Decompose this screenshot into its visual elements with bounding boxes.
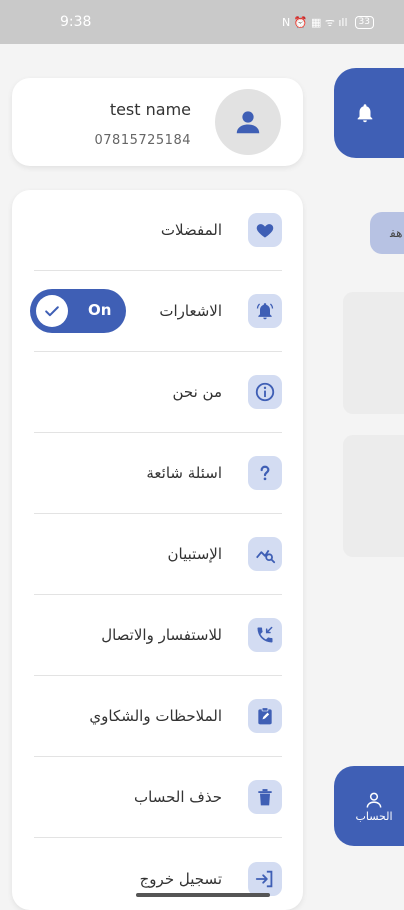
toggle-label: On [88, 301, 112, 319]
menu-item-label: الملاحظات والشكاوي [89, 707, 222, 725]
home-indicator[interactable] [136, 893, 270, 897]
side-drawer: test name 07815725184 المفضلات On الاشعا… [0, 44, 330, 910]
menu-card: المفضلات On الاشعارات من نحن اسئلة شائعة… [12, 190, 303, 910]
menu-item-survey[interactable]: الإستبيان [34, 514, 282, 595]
bell-icon [357, 104, 373, 123]
menu-item-feedback[interactable]: الملاحظات والشكاوي [34, 676, 282, 757]
trash-icon [248, 780, 282, 814]
avatar[interactable] [215, 89, 281, 155]
person-icon [236, 111, 260, 134]
menu-item-label: الإستبيان [167, 545, 222, 563]
logout-icon [248, 861, 282, 896]
background-chip-label: ﻫﻔ [390, 226, 403, 240]
phone-icon [248, 618, 282, 652]
person-icon [366, 792, 382, 808]
menu-item-delete-account[interactable]: حذف الحساب [34, 757, 282, 838]
menu-item-logout[interactable]: تسجيل خروج [34, 838, 282, 910]
status-time: 9:38 [60, 14, 92, 30]
menu-item-faq[interactable]: اسئلة شائعة [34, 433, 282, 514]
menu-item-contact[interactable]: للاستفسار والاتصال [34, 595, 282, 676]
check-icon [36, 295, 68, 327]
heart-icon [248, 213, 282, 247]
status-icons: N ⏰ ▦ ᯤ ıll 33 [282, 15, 374, 30]
menu-item-label: تسجيل خروج [139, 869, 222, 888]
profile-phone: 07815725184 [94, 133, 191, 148]
menu-item-label: اسئلة شائعة [146, 464, 222, 482]
menu-item-favorites[interactable]: المفضلات [34, 190, 282, 271]
survey-icon [248, 537, 282, 571]
nav-tab-label: الحساب [355, 809, 393, 823]
menu-item-label: للاستفسار والاتصال [101, 626, 222, 644]
background-card [343, 292, 404, 414]
clipboard-icon [248, 699, 282, 733]
menu-item-label: الاشعارات [159, 302, 222, 320]
background-card [343, 435, 404, 557]
background-chip[interactable]: ﻫﻔ [370, 212, 404, 254]
menu-item-about[interactable]: من نحن [34, 352, 282, 433]
nav-tab-account[interactable]: الحساب [334, 766, 404, 846]
menu-item-label: المفضلات [160, 221, 222, 239]
notifications-toggle[interactable]: On [30, 289, 126, 333]
battery-icon: 33 [354, 15, 374, 29]
question-icon [248, 456, 282, 490]
menu-item-label: من نحن [172, 383, 223, 401]
status-bar: 9:38 N ⏰ ▦ ᯤ ıll 33 [0, 0, 404, 44]
profile-name: test name [109, 100, 191, 119]
bell-icon [248, 294, 282, 328]
background-notification-tab[interactable] [334, 68, 404, 158]
profile-card[interactable]: test name 07815725184 [12, 78, 303, 166]
menu-item-notifications[interactable]: On الاشعارات [30, 271, 282, 352]
info-icon [248, 375, 282, 409]
menu-item-label: حذف الحساب [134, 788, 222, 806]
status-indicators: N ⏰ ▦ ᯤ ıll [282, 15, 348, 29]
